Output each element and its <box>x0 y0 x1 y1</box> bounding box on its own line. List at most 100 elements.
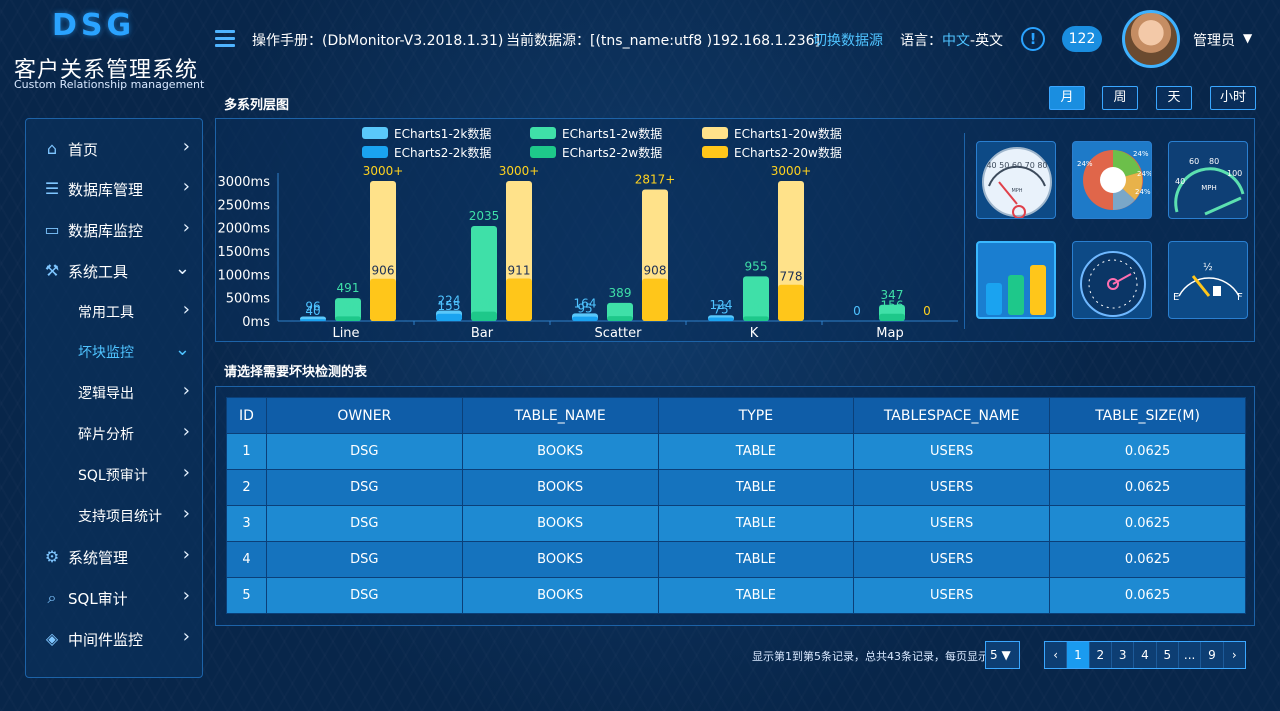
sidebar-item[interactable]: ⚒ 系统工具 ⌄ <box>26 255 204 287</box>
next-page-button[interactable]: › <box>1224 642 1245 668</box>
monitor-icon: ▭ <box>44 220 60 239</box>
range-hour-button[interactable]: 小时 <box>1210 86 1256 110</box>
sidebar-item-label: SQL预审计 <box>78 468 148 484</box>
prev-page-button[interactable]: ‹ <box>1045 642 1068 668</box>
column-header[interactable]: ID <box>226 397 267 434</box>
chevron-right-icon: › <box>182 136 190 157</box>
fuel-gauge-card[interactable]: E ½ F <box>1168 241 1248 319</box>
page-button[interactable]: 2 <box>1090 642 1112 668</box>
sidebar-item[interactable]: SQL预审计 › <box>26 459 204 491</box>
chevron-right-icon: › <box>182 626 190 647</box>
chevron-right-icon: › <box>182 299 190 320</box>
y-tick-label: 1000ms <box>217 268 270 283</box>
bar-bottom <box>471 311 497 321</box>
table-cell: BOOKS <box>461 577 659 614</box>
data-label: 100 <box>745 301 768 315</box>
page-button[interactable]: 1 <box>1067 642 1090 668</box>
dial-card[interactable] <box>1072 241 1152 319</box>
arc-gauge-icon: 40 60 80 100 MPH <box>1174 157 1245 216</box>
user-name[interactable]: 管理员 <box>1193 30 1235 50</box>
column-header[interactable]: TYPE <box>657 397 855 434</box>
data-label: 95 <box>577 302 592 316</box>
arc-tick: 60 <box>1189 157 1199 166</box>
manual-link[interactable]: 操作手册：(DbMonitor-V3.2018.1.31) <box>252 30 503 50</box>
data-label: 0 <box>923 304 931 318</box>
menu-toggle-icon[interactable] <box>215 30 235 48</box>
sidebar-item[interactable]: ▭ 数据库监控 › <box>26 214 204 246</box>
sidebar-item[interactable]: ◈ 中间件监控 › <box>26 623 204 655</box>
bar-bottom <box>879 313 905 321</box>
table-row[interactable]: 1 DSG BOOKS TABLE USERS 0.0625 <box>226 433 1246 470</box>
page-size-value: 5 <box>990 648 998 662</box>
table-cell: DSG <box>265 541 463 578</box>
sidebar-item[interactable]: ☰ 数据库管理 › <box>26 173 204 205</box>
column-header[interactable]: TABLE_SIZE(M) <box>1049 397 1246 434</box>
sidebar-item-label: 碎片分析 <box>78 427 134 443</box>
sidebar-item[interactable]: 坏块监控 ⌄ <box>26 336 204 368</box>
range-week-button[interactable]: 周 <box>1102 86 1138 110</box>
chevron-right-icon: › <box>182 503 190 524</box>
sidebar-item[interactable]: 支持项目统计 › <box>26 500 204 532</box>
bar-thumbnail-card[interactable] <box>976 241 1056 319</box>
page-button[interactable]: 9 <box>1201 642 1224 668</box>
switch-datasource-link[interactable]: 切换数据源 <box>813 30 883 50</box>
bar-bottom <box>743 316 769 321</box>
fuel-label: F <box>1237 292 1243 303</box>
app-subtitle: Custom Relationship management <box>14 78 205 91</box>
table-row[interactable]: 4 DSG BOOKS TABLE USERS 0.0625 <box>226 541 1246 578</box>
sidebar-item[interactable]: ⌂ 首页 › <box>26 133 204 165</box>
data-label: 3000+ <box>363 164 404 178</box>
page-button[interactable]: 4 <box>1134 642 1157 668</box>
sidebar-item[interactable]: 常用工具 › <box>26 296 204 328</box>
range-month-button[interactable]: 月 <box>1049 86 1085 110</box>
column-header[interactable]: TABLE_NAME <box>461 397 659 434</box>
range-day-button[interactable]: 天 <box>1156 86 1192 110</box>
dial-icon <box>1080 251 1146 317</box>
speedometer-card[interactable]: 40 50 60 70 80 MPH <box>976 141 1056 219</box>
speedo-ticks: 40 50 60 70 80 <box>986 161 1047 170</box>
table-cell: 5 <box>226 577 267 614</box>
data-label: 0 <box>853 304 861 318</box>
pie-label: 24% <box>1077 160 1093 168</box>
column-header[interactable]: OWNER <box>265 397 463 434</box>
chevron-down-icon: ▼ <box>1001 648 1011 662</box>
pie-card[interactable]: 24% 24% 24% 24% <box>1072 141 1152 219</box>
lang-cn-link[interactable]: 中文 <box>942 33 970 49</box>
page-size-select[interactable]: 5 ▼ <box>985 641 1020 669</box>
avatar[interactable] <box>1122 10 1180 68</box>
chevron-right-icon: › <box>182 462 190 483</box>
table-row[interactable]: 2 DSG BOOKS TABLE USERS 0.0625 <box>226 469 1246 506</box>
bar-bottom <box>642 278 668 321</box>
notification-badge[interactable]: 122 <box>1062 26 1102 52</box>
data-label: 491 <box>337 281 360 295</box>
table-cell: BOOKS <box>461 541 659 578</box>
table-cell: 2 <box>226 469 267 506</box>
arc-gauge-card[interactable]: 40 60 80 100 MPH <box>1168 141 1248 219</box>
lang-en-link[interactable]: 英文 <box>975 33 1003 49</box>
sidebar-item[interactable]: 碎片分析 › <box>26 418 204 450</box>
x-tick-label: Line <box>332 326 359 341</box>
divider <box>964 133 965 329</box>
fuel-label: ½ <box>1203 261 1213 273</box>
x-tick-label: Map <box>876 326 903 341</box>
page-button[interactable]: 3 <box>1112 642 1135 668</box>
logo: DSG <box>52 8 136 43</box>
sidebar-item[interactable]: ⌕ SQL审计 › <box>26 582 204 614</box>
pagination-info: 显示第1到第5条记录，总共43条记录，每页显示 <box>752 650 989 663</box>
alert-icon[interactable]: ! <box>1021 27 1045 51</box>
data-label: 911 <box>508 263 531 277</box>
table-cell: BOOKS <box>461 505 659 542</box>
data-label: 200 <box>473 297 496 311</box>
table-row[interactable]: 3 DSG BOOKS TABLE USERS 0.0625 <box>226 505 1246 542</box>
chevron-down-icon[interactable]: ▼ <box>1243 31 1252 45</box>
pie-label: 24% <box>1135 188 1151 196</box>
y-tick-label: 3000ms <box>217 175 270 190</box>
sidebar-item[interactable]: ⚙ 系统管理 › <box>26 541 204 573</box>
table-row[interactable]: 5 DSG BOOKS TABLE USERS 0.0625 <box>226 577 1246 614</box>
page-button[interactable]: ... <box>1179 642 1202 668</box>
column-header[interactable]: TABLESPACE_NAME <box>853 397 1051 434</box>
table-cell: 0.0625 <box>1049 505 1246 542</box>
page-button[interactable]: 5 <box>1157 642 1179 668</box>
bar-bottom <box>436 313 462 321</box>
sidebar-item[interactable]: 逻辑导出 › <box>26 377 204 409</box>
